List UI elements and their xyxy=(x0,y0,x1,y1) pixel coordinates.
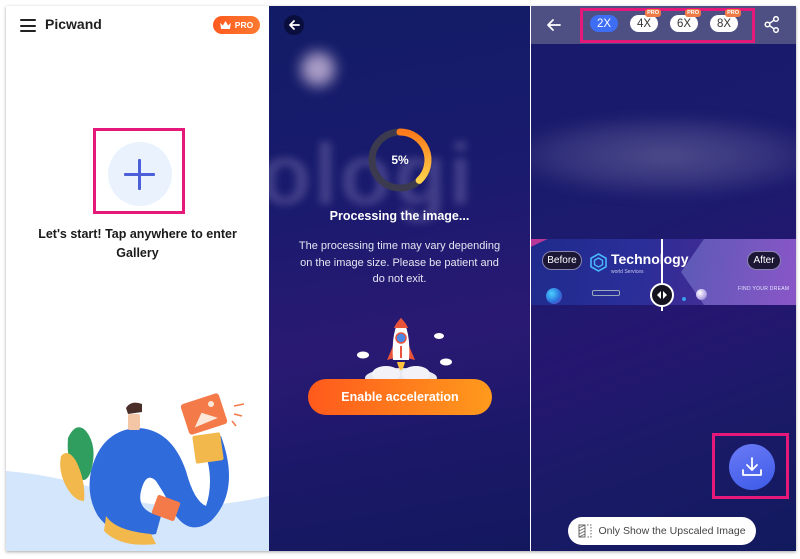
scale-option-label: 4X xyxy=(636,17,652,30)
split-view-icon xyxy=(578,524,592,538)
scale-option-6x[interactable]: 6X PRO xyxy=(670,9,701,32)
highlight-box-download xyxy=(712,433,789,499)
result-toolbar: 2X 4X PRO 6X PRO 8X PRO xyxy=(531,6,796,44)
blurred-light xyxy=(301,52,335,86)
only-upscaled-toggle[interactable]: Only Show the Upscaled Image xyxy=(568,517,756,545)
back-arrow-icon xyxy=(289,20,300,30)
pro-tag: PRO xyxy=(725,9,741,17)
scale-option-8x[interactable]: 8X PRO xyxy=(710,9,741,32)
decor-button xyxy=(592,290,620,296)
highlight-box-add xyxy=(93,128,185,214)
scale-option-4x[interactable]: 4X PRO xyxy=(630,9,661,32)
scale-option-label: 8X xyxy=(716,17,732,30)
processing-title: Processing the image... xyxy=(329,209,470,223)
pro-tag: PRO xyxy=(685,9,701,17)
blurred-preview xyxy=(531,116,796,196)
banner-brand-subtitle: world Services xyxy=(611,269,644,275)
download-icon xyxy=(742,457,762,476)
banner-brand-name: Technology xyxy=(611,251,689,267)
rocket-icon xyxy=(357,318,452,386)
decor-sphere xyxy=(696,289,707,300)
decor-stripe xyxy=(531,239,580,250)
banner-tagline: FIND YOUR DREAM xyxy=(738,286,790,292)
enable-acceleration-button[interactable]: Enable acceleration xyxy=(308,379,492,415)
screenshot-collage: Picwand PRO Let's start! Tap anywhere to… xyxy=(6,6,796,551)
progress-ring: 5% xyxy=(366,126,434,194)
hexagon-logo-icon xyxy=(590,253,607,272)
processing-screen: ologi 5% Processing the image... The pro… xyxy=(269,6,530,551)
person-illustration xyxy=(6,393,269,551)
compare-handle-icon xyxy=(657,291,667,299)
crown-icon xyxy=(219,21,231,29)
hamburger-icon[interactable] xyxy=(20,19,36,32)
toggle-label: Only Show the Upscaled Image xyxy=(598,525,746,537)
start-prompt[interactable]: Let's start! Tap anywhere to enter Galle… xyxy=(6,225,269,263)
pro-upgrade-badge[interactable]: PRO xyxy=(213,16,260,34)
scale-option-label: 2X xyxy=(596,17,612,30)
scale-option-label: 6X xyxy=(676,17,692,30)
app-title: Picwand xyxy=(45,16,102,32)
home-screen: Picwand PRO Let's start! Tap anywhere to… xyxy=(6,6,269,551)
processing-description: The processing time may vary depending o… xyxy=(298,240,501,285)
back-button[interactable] xyxy=(284,15,304,35)
download-button[interactable] xyxy=(729,444,775,490)
decor-sphere xyxy=(546,288,562,304)
progress-percent: 5% xyxy=(391,153,409,167)
pro-badge-label: PRO xyxy=(234,20,254,30)
decor-dot xyxy=(682,297,686,301)
result-screen: 2X 4X PRO 6X PRO 8X PRO Technology world Servi… xyxy=(531,6,796,551)
after-label: After xyxy=(747,251,781,270)
before-label: Before xyxy=(542,251,582,270)
scale-option-2x[interactable]: 2X xyxy=(590,15,618,32)
back-arrow-icon[interactable] xyxy=(546,17,562,33)
pro-tag: PRO xyxy=(645,9,661,17)
share-icon[interactable] xyxy=(764,16,780,33)
compare-handle[interactable] xyxy=(650,283,674,307)
add-image-button[interactable] xyxy=(108,142,172,206)
